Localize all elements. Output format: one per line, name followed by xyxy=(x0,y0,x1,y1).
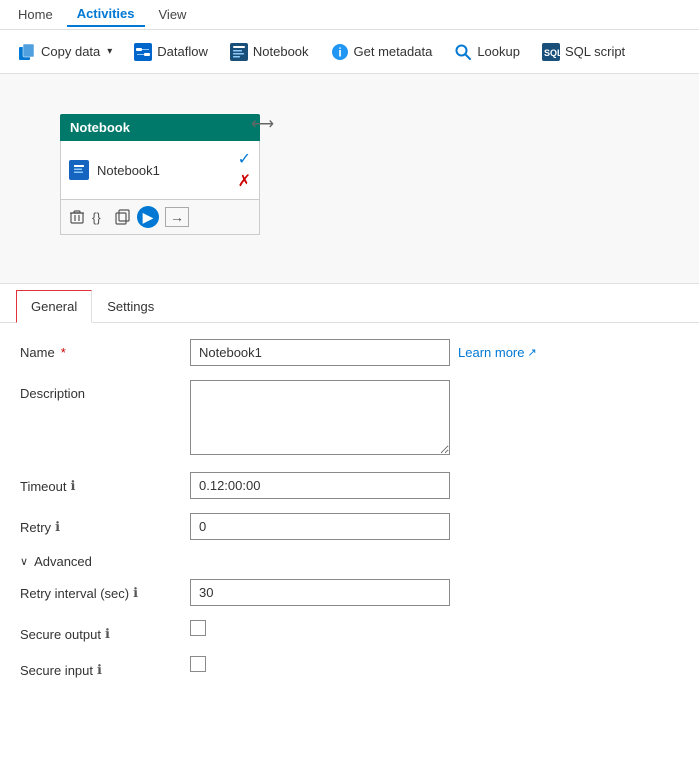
description-label: Description xyxy=(20,380,190,401)
top-navigation: Home Activities View xyxy=(0,0,699,30)
chevron-down-icon: ∨ xyxy=(20,555,28,568)
toolbar: Copy data ▾ Dataflow Notebook i Get meta… xyxy=(0,30,699,74)
secure-input-row: Secure input ℹ xyxy=(20,656,679,678)
node-actions: {} ▶ → xyxy=(60,200,260,235)
retry-row: Retry ℹ xyxy=(20,513,679,540)
node-item-label: Notebook1 xyxy=(97,163,160,178)
node-header: Notebook xyxy=(60,114,260,141)
retry-info-icon[interactable]: ℹ xyxy=(55,519,60,535)
node-body: Notebook1 ✓ ✗ xyxy=(60,141,260,200)
external-link-icon: ↗ xyxy=(527,346,536,359)
retry-interval-info-icon[interactable]: ℹ xyxy=(133,585,138,601)
secure-output-row: Secure output ℹ xyxy=(20,620,679,642)
retry-label: Retry ℹ xyxy=(20,513,190,535)
secure-input-checkbox[interactable] xyxy=(190,656,206,672)
retry-input[interactable] xyxy=(190,513,450,540)
description-control xyxy=(190,380,679,458)
node-item-icon xyxy=(69,160,89,180)
learn-more-link[interactable]: Learn more ↗ xyxy=(458,345,537,360)
sql-script-label: SQL script xyxy=(565,44,625,59)
get-metadata-button[interactable]: i Get metadata xyxy=(321,38,443,66)
nav-view[interactable]: View xyxy=(149,3,197,26)
timeout-info-icon[interactable]: ℹ xyxy=(70,478,75,494)
retry-interval-label: Retry interval (sec) ℹ xyxy=(20,579,190,601)
description-row: Description xyxy=(20,380,679,458)
node-resize-handle[interactable]: ⟷ xyxy=(251,114,274,134)
info-icon: i xyxy=(331,43,349,61)
node-checkmark-icon[interactable]: ✓ xyxy=(238,149,251,169)
secure-input-label: Secure input ℹ xyxy=(20,656,190,678)
notebook-button[interactable]: Notebook xyxy=(220,38,319,66)
copy-data-dropdown-icon: ▾ xyxy=(107,46,112,57)
copy-data-icon xyxy=(18,43,36,61)
secure-output-label: Secure output ℹ xyxy=(20,620,190,642)
dataflow-button[interactable]: Dataflow xyxy=(124,38,218,66)
advanced-section: ∨ Advanced Retry interval (sec) ℹ Secure… xyxy=(20,554,679,678)
external-arrow-icon[interactable]: → xyxy=(165,207,189,227)
copy-data-label: Copy data xyxy=(41,44,100,59)
tabs-row: General Settings xyxy=(0,290,699,323)
svg-text:SQL: SQL xyxy=(544,48,560,58)
run-icon[interactable]: ▶ xyxy=(137,206,159,228)
lookup-label: Lookup xyxy=(477,44,520,59)
nav-home[interactable]: Home xyxy=(8,3,63,26)
retry-interval-input[interactable] xyxy=(190,579,450,606)
svg-text:{}: {} xyxy=(92,210,101,225)
retry-interval-control xyxy=(190,579,679,606)
timeout-row: Timeout ℹ xyxy=(20,472,679,499)
delete-icon[interactable] xyxy=(69,209,85,225)
properties-panel: General Settings Name * Learn more ↗ xyxy=(0,290,699,708)
description-textarea[interactable] xyxy=(190,380,450,455)
form-area: Name * Learn more ↗ Description xyxy=(0,323,699,708)
retry-interval-row: Retry interval (sec) ℹ xyxy=(20,579,679,606)
lookup-button[interactable]: Lookup xyxy=(444,38,530,66)
get-metadata-label: Get metadata xyxy=(354,44,433,59)
secure-input-info-icon[interactable]: ℹ xyxy=(97,662,102,678)
copy-data-button[interactable]: Copy data ▾ xyxy=(8,38,122,66)
dataflow-icon xyxy=(134,43,152,61)
timeout-control xyxy=(190,472,679,499)
secure-output-info-icon[interactable]: ℹ xyxy=(105,626,110,642)
notebook-node[interactable]: Notebook Notebook1 ✓ ✗ {} xyxy=(60,114,260,235)
name-required: * xyxy=(61,345,66,360)
name-row: Name * Learn more ↗ xyxy=(20,339,679,366)
advanced-toggle[interactable]: ∨ Advanced xyxy=(20,554,679,569)
node-item-left: Notebook1 xyxy=(69,160,160,180)
node-title: Notebook xyxy=(70,120,130,135)
node-x-icon[interactable]: ✗ xyxy=(238,171,251,191)
canvas-area: Notebook Notebook1 ✓ ✗ {} xyxy=(0,74,699,284)
sql-script-button[interactable]: SQL SQL script xyxy=(532,38,635,66)
name-control: Learn more ↗ xyxy=(190,339,679,366)
timeout-input[interactable] xyxy=(190,472,450,499)
sql-icon: SQL xyxy=(542,43,560,61)
node-item: Notebook1 ✓ ✗ xyxy=(69,145,251,195)
secure-output-control xyxy=(190,620,679,639)
notebook-icon xyxy=(230,43,248,61)
svg-text:i: i xyxy=(338,45,341,59)
secure-input-control xyxy=(190,656,679,675)
lookup-icon xyxy=(454,43,472,61)
code-icon[interactable]: {} xyxy=(91,208,109,226)
tab-general[interactable]: General xyxy=(16,290,92,323)
nav-activities[interactable]: Activities xyxy=(67,2,145,27)
tab-settings[interactable]: Settings xyxy=(92,290,169,323)
notebook-label: Notebook xyxy=(253,44,309,59)
secure-output-checkbox[interactable] xyxy=(190,620,206,636)
dataflow-label: Dataflow xyxy=(157,44,208,59)
name-row-right: Learn more ↗ xyxy=(190,339,679,366)
name-input[interactable] xyxy=(190,339,450,366)
timeout-label: Timeout ℹ xyxy=(20,472,190,494)
copy-icon[interactable] xyxy=(115,209,131,225)
retry-control xyxy=(190,513,679,540)
name-label: Name * xyxy=(20,339,190,360)
